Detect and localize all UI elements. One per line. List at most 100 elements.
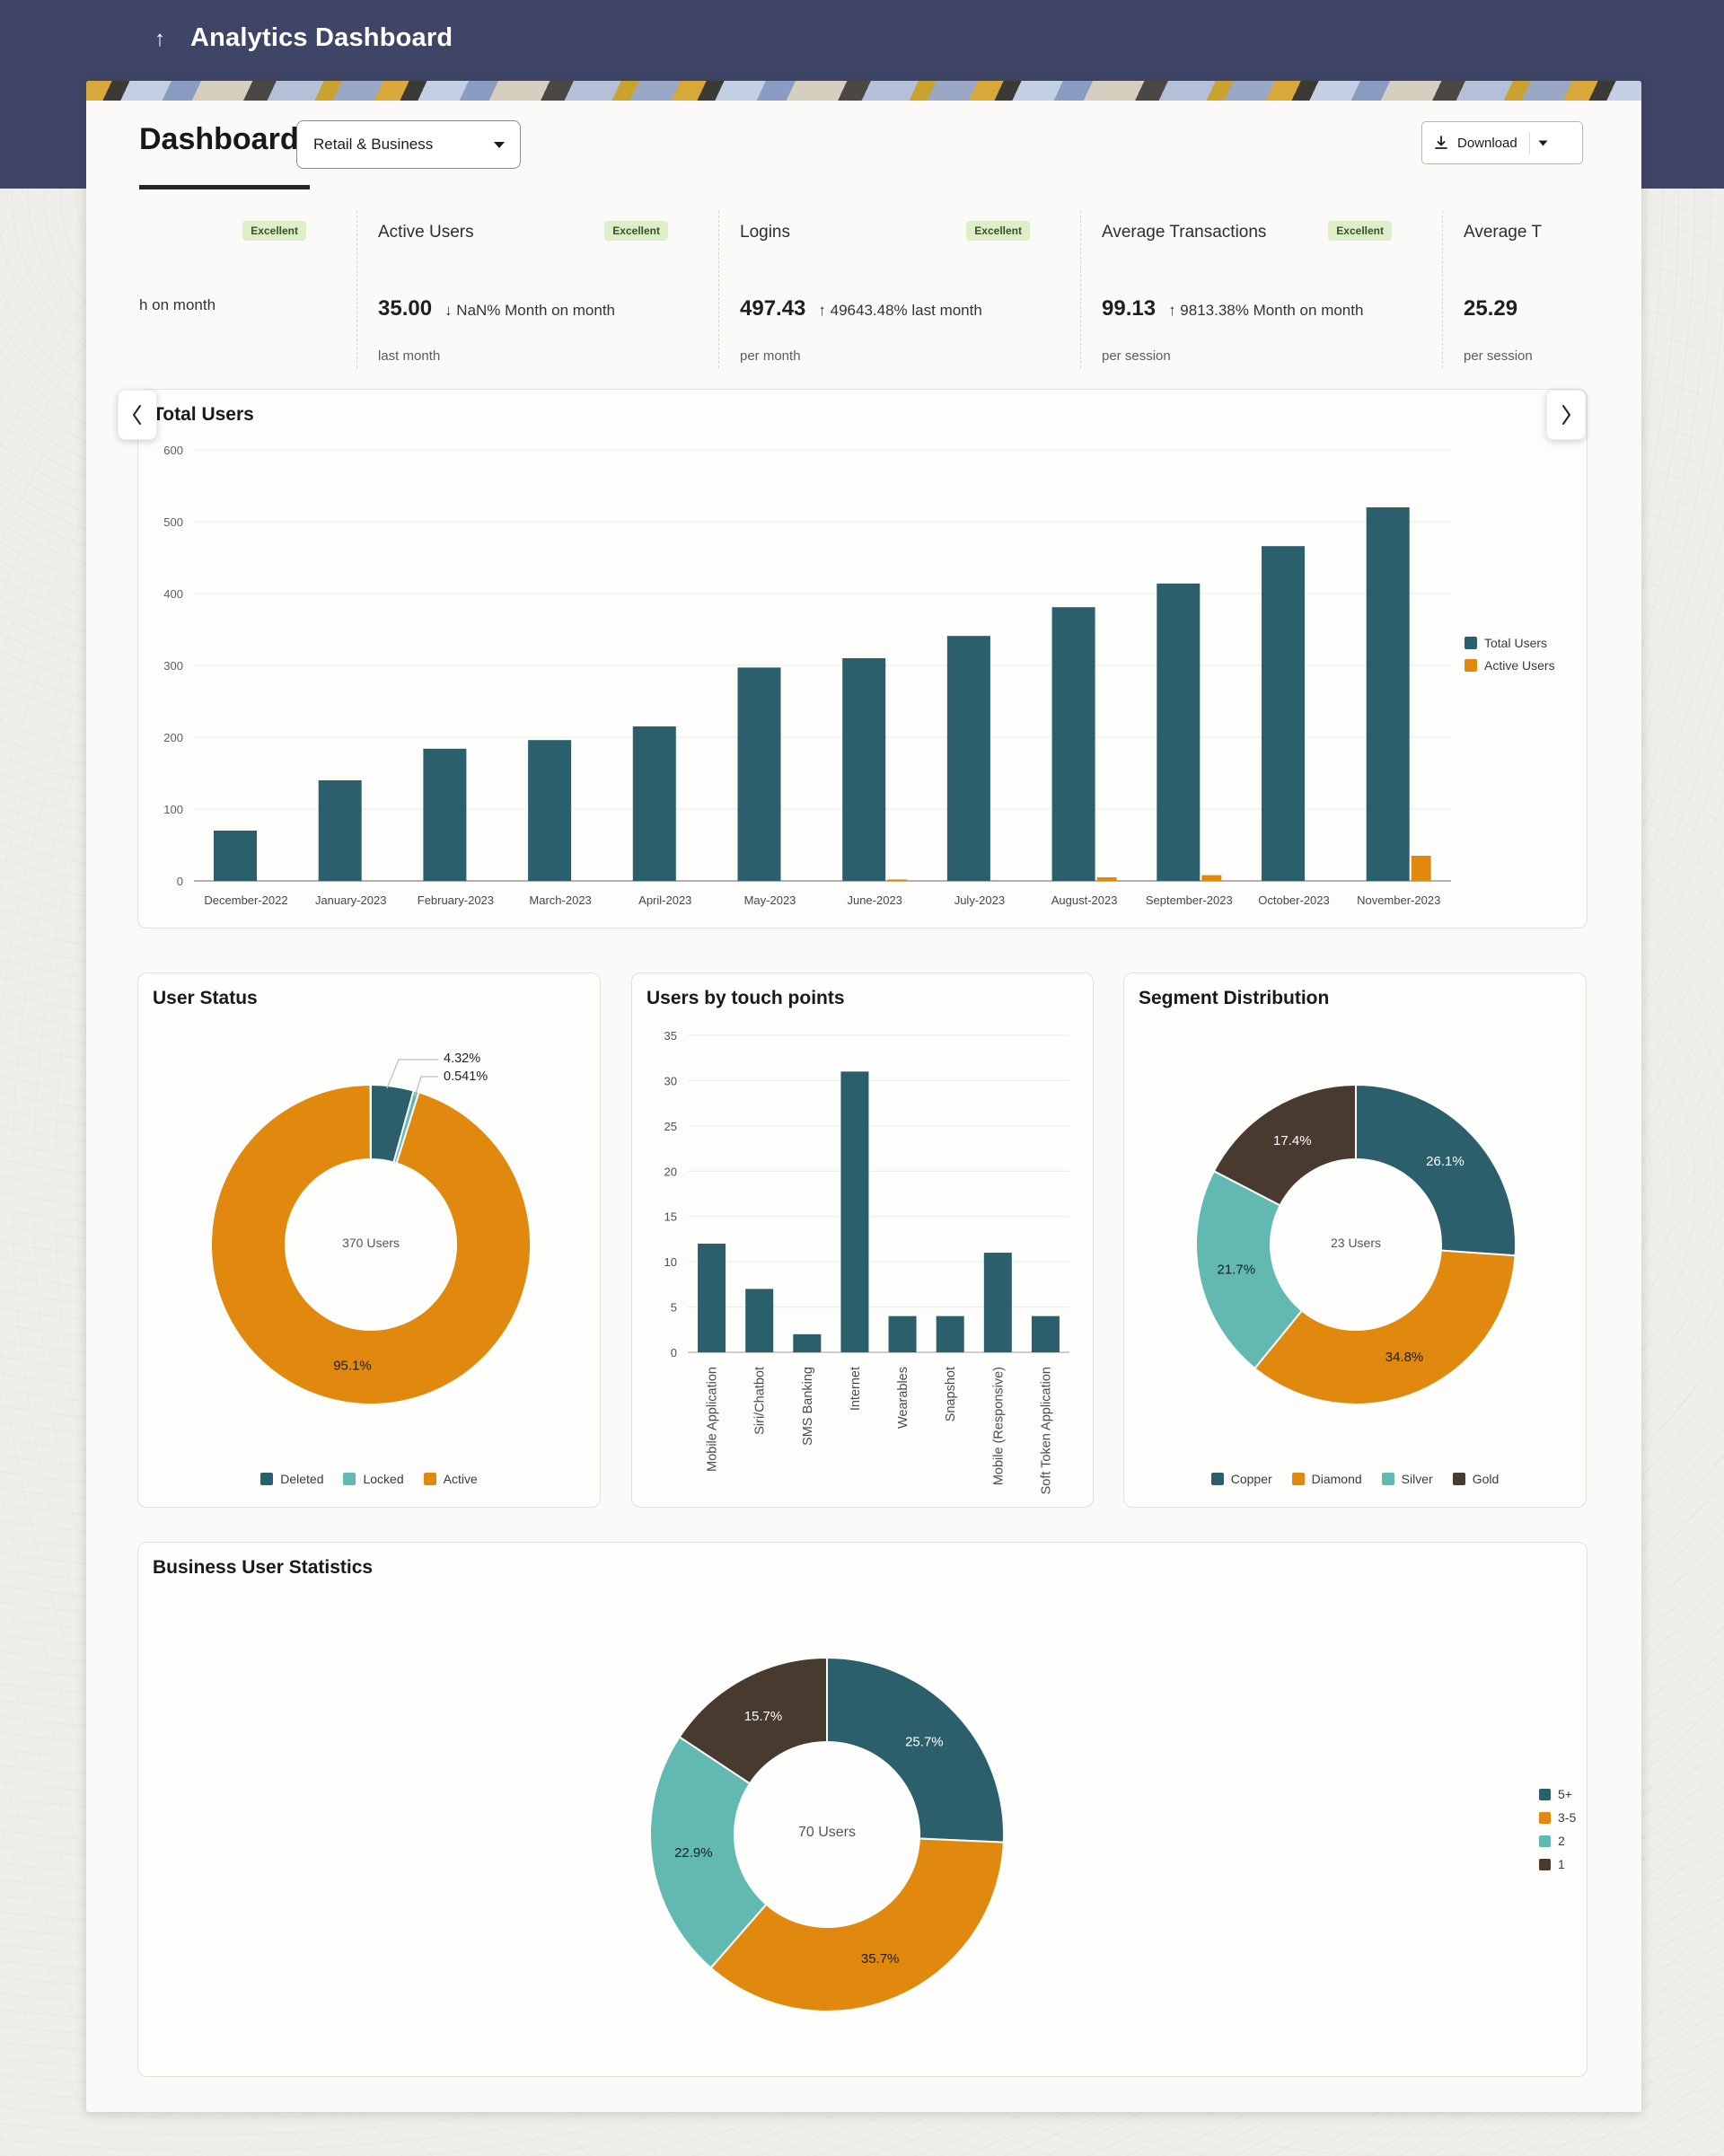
svg-text:April-2023: April-2023 xyxy=(638,893,691,907)
kpi-status-badge: Excellent xyxy=(604,221,668,241)
chevron-right-icon xyxy=(1559,403,1573,427)
legend-item[interactable]: Copper xyxy=(1211,1472,1272,1486)
legend-label: Locked xyxy=(363,1472,403,1486)
legend-item[interactable]: 1 xyxy=(1539,1857,1576,1871)
callout-label-locked: 0.541% xyxy=(444,1069,488,1084)
svg-text:200: 200 xyxy=(163,731,183,744)
chevron-down-icon xyxy=(1538,140,1548,146)
decorative-pattern-banner xyxy=(86,81,1641,101)
legend-label: 5+ xyxy=(1558,1787,1572,1801)
kpi-status-badge: Excellent xyxy=(242,221,306,241)
legend-label: Deleted xyxy=(280,1472,323,1486)
tab-dashboard[interactable]: Dashboard xyxy=(139,122,299,157)
legend-item[interactable]: 5+ xyxy=(1539,1787,1576,1801)
donut-center-label: 70 Users xyxy=(773,1825,881,1841)
svg-text:Soft Token Application: Soft Token Application xyxy=(1039,1367,1053,1494)
svg-text:June-2023: June-2023 xyxy=(847,893,902,907)
svg-text:December-2022: December-2022 xyxy=(204,893,287,907)
svg-text:22.9%: 22.9% xyxy=(674,1845,713,1861)
legend-item[interactable]: Gold xyxy=(1453,1472,1500,1486)
download-icon xyxy=(1433,135,1449,151)
legend-item[interactable]: Deleted xyxy=(260,1472,323,1486)
legend-item[interactable]: Total Users xyxy=(1465,636,1555,650)
legend-swatch-active-users xyxy=(1465,659,1477,672)
touch-points-bar-chart: 05101520253035Mobile ApplicationSiri/Cha… xyxy=(632,973,1095,1509)
svg-text:Internet: Internet xyxy=(849,1367,863,1411)
svg-text:October-2023: October-2023 xyxy=(1258,893,1330,907)
svg-text:35.7%: 35.7% xyxy=(861,1951,900,1967)
svg-text:25.7%: 25.7% xyxy=(905,1734,944,1749)
kpi-subtitle: per session xyxy=(1464,348,1533,364)
svg-text:300: 300 xyxy=(163,659,183,673)
trend-down-icon: ↓ xyxy=(444,302,453,319)
svg-text:0: 0 xyxy=(177,875,183,888)
legend-swatch-copper xyxy=(1211,1473,1224,1485)
svg-text:17.4%: 17.4% xyxy=(1273,1133,1312,1148)
legend-label: Gold xyxy=(1473,1472,1500,1486)
svg-text:15.7%: 15.7% xyxy=(744,1709,783,1724)
legend-label: 1 xyxy=(1558,1857,1565,1871)
download-button[interactable]: Download xyxy=(1421,121,1583,164)
kpi-value: 497.43 xyxy=(740,296,805,321)
kpi-value: 99.13 xyxy=(1102,296,1156,321)
back-arrow-icon[interactable]: ↑ xyxy=(154,27,165,52)
business-users-donut-chart: 25.7% 35.7% 22.9% 15.7% xyxy=(138,1543,1588,2078)
legend-item[interactable]: Silver xyxy=(1382,1472,1433,1486)
legend-label: Active xyxy=(444,1472,478,1486)
svg-text:Wearables: Wearables xyxy=(896,1367,910,1429)
legend-item[interactable]: 2 xyxy=(1539,1834,1576,1848)
kpi-title: Average T xyxy=(1464,223,1542,242)
carousel-next-button[interactable] xyxy=(1546,390,1586,440)
kpi-change: ↑ 9813.38% Month on month xyxy=(1168,302,1363,320)
legend-item[interactable]: Active Users xyxy=(1465,658,1555,673)
svg-text:35: 35 xyxy=(664,1029,677,1043)
legend-item[interactable]: Diamond xyxy=(1292,1472,1362,1486)
svg-text:10: 10 xyxy=(664,1255,677,1269)
svg-text:August-2023: August-2023 xyxy=(1051,893,1118,907)
svg-text:100: 100 xyxy=(163,803,183,816)
kpi-title: Logins xyxy=(740,223,790,242)
active-tab-underline xyxy=(139,185,310,189)
category-select-value: Retail & Business xyxy=(313,136,433,154)
trend-up-icon: ↑ xyxy=(818,302,826,319)
kpi-change: ↑ 49643.48% last month xyxy=(818,302,981,320)
kpi-change-text: NaN% Month on month xyxy=(456,302,615,319)
category-select[interactable]: Retail & Business xyxy=(296,120,521,169)
svg-text:May-2023: May-2023 xyxy=(744,893,796,907)
total-users-bar-chart: 0100200300400500600December-2022January-… xyxy=(138,390,1588,929)
legend-swatch-total-users xyxy=(1465,637,1477,649)
legend-swatch-locked xyxy=(343,1473,356,1485)
button-divider xyxy=(1529,132,1530,154)
chevron-down-icon xyxy=(493,141,506,149)
legend-item[interactable]: Active xyxy=(424,1472,478,1486)
chart-legend: 5+ 3-5 2 1 xyxy=(1539,1787,1576,1871)
svg-text:Snapshot: Snapshot xyxy=(944,1367,958,1421)
legend-label: Total Users xyxy=(1484,636,1547,650)
legend-item[interactable]: 3-5 xyxy=(1539,1810,1576,1825)
legend-label: Copper xyxy=(1231,1472,1272,1486)
svg-text:September-2023: September-2023 xyxy=(1146,893,1233,907)
donut-center-label: 370 Users xyxy=(317,1236,425,1250)
legend-item[interactable]: Locked xyxy=(343,1472,403,1486)
legend-label: 2 xyxy=(1558,1834,1565,1848)
kpi-title: Active Users xyxy=(378,223,474,242)
kpi-value: 25.29 xyxy=(1464,296,1517,321)
svg-text:25: 25 xyxy=(664,1120,677,1133)
main-card: Dashboard Retail & Business Download Exc… xyxy=(86,81,1641,2112)
chart-legend: Deleted Locked Active xyxy=(138,1472,600,1486)
panel-business-user-statistics: Business User Statistics 25.7%35.7%22.9%… xyxy=(137,1542,1588,2077)
callout-label-deleted: 4.32% xyxy=(444,1052,480,1066)
kpi-status-badge: Excellent xyxy=(966,221,1030,241)
legend-label: 3-5 xyxy=(1558,1810,1576,1825)
svg-text:February-2023: February-2023 xyxy=(418,893,494,907)
svg-text:Siri/Chatbot: Siri/Chatbot xyxy=(753,1367,768,1435)
svg-text:20: 20 xyxy=(664,1165,677,1178)
svg-text:600: 600 xyxy=(163,444,183,457)
panel-touch-points: Users by touch points 05101520253035Mobi… xyxy=(631,972,1094,1508)
kpi-subtitle: per month xyxy=(740,348,801,364)
kpi-change-text: 9813.38% Month on month xyxy=(1180,302,1363,319)
carousel-prev-button[interactable] xyxy=(118,390,157,440)
legend-label: Diamond xyxy=(1312,1472,1362,1486)
legend-swatch-deleted xyxy=(260,1473,273,1485)
download-label: Download xyxy=(1457,136,1517,151)
